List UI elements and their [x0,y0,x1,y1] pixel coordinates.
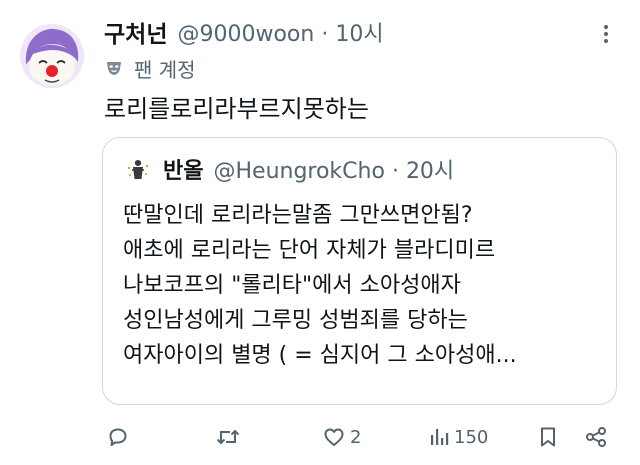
quoted-text-line: 성인남성에게 그루밍 성범죄를 당하는 [123,308,468,333]
quoted-text-line: 딴말인데 로리라는말좀 그만쓰면안됨? [123,203,473,228]
quoted-text-line: 여자아이의 별명 ( = 심지어 그 소아성애... [123,343,517,368]
quoted-tweet-header: 반올 @HeungrokCho · 20시 [123,152,454,186]
mask-icon [107,62,121,75]
like-button[interactable]: 2 [322,420,361,454]
fan-account-badge: 팬 계정 [104,54,196,82]
quoted-tweet[interactable]: 반올 @HeungrokCho · 20시 딴말인데 로리라는말좀 그만쓰면안됨… [102,137,617,405]
quoted-author-handle[interactable]: @HeungrokCho · 20시 [213,153,454,185]
like-icon [324,428,344,446]
retweet-button[interactable] [215,420,245,454]
share-button[interactable] [583,420,609,454]
tweet-text: 로리를로리라부르지못하는 [104,95,369,123]
reply-button[interactable] [106,420,134,454]
views-button[interactable]: 150 [428,420,488,454]
reply-icon [109,428,127,446]
quoted-author-name[interactable]: 반올 [163,153,203,185]
author-avatar[interactable] [20,24,84,88]
author-name[interactable]: 구처넌 [104,15,167,49]
quoted-tweet-time[interactable]: 20시 [406,159,454,184]
quoted-author-avatar[interactable] [123,154,153,184]
view-count: 150 [454,426,489,448]
author-handle-text[interactable]: @9000woon [177,22,314,47]
action-bar: 2 150 [0,420,640,454]
quoted-tweet-text: 딴말인데 로리라는말좀 그만쓰면안됨? 애초에 로리라는 단어 자체가 블라디미… [123,198,517,373]
like-count: 2 [350,426,362,448]
views-icon [431,429,449,445]
author-handle[interactable]: @9000woon · 10시 [177,16,383,48]
quoted-text-line: 애초에 로리라는 단어 자체가 블라디미르 [123,238,496,263]
more-icon[interactable] [598,22,614,48]
bookmark-button[interactable] [537,420,559,454]
tweet-header: 구처넌 @9000woon · 10시 [104,14,384,50]
quoted-author-handle-text[interactable]: @HeungrokCho [213,159,384,184]
retweet-icon [216,429,240,445]
tweet-time[interactable]: 10시 [335,22,383,47]
badge-label: 팬 계정 [134,57,196,82]
quoted-text-line: 나보코프의 "롤리타"에서 소아성애자 [123,273,461,298]
bookmark-icon [541,427,555,447]
share-icon [586,427,606,447]
